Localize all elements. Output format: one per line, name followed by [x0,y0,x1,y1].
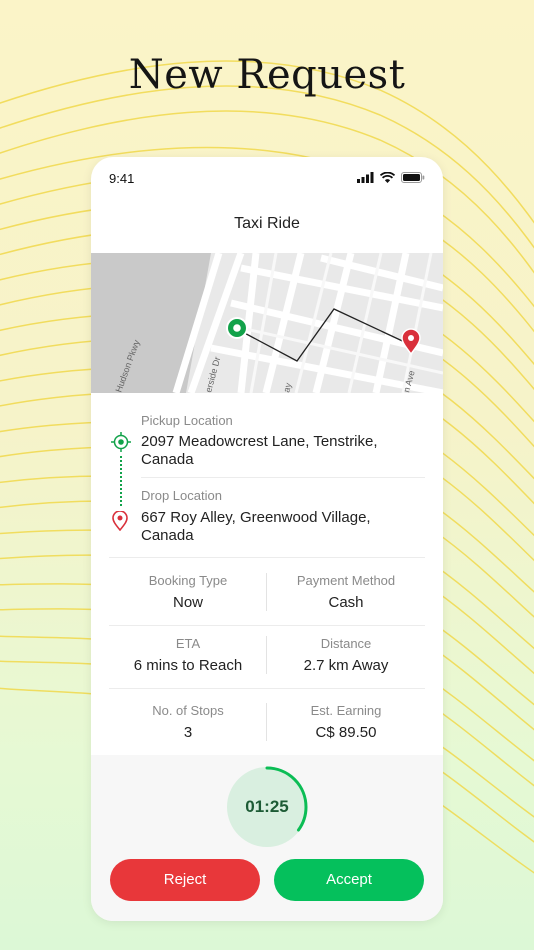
booking-type-value: Now [172,594,203,611]
distance-label: Distance [320,636,372,651]
countdown-timer: 01:25 [225,765,309,849]
accept-button[interactable]: Accept [274,859,424,901]
divider [109,688,425,689]
status-bar: 9:41 [109,171,425,187]
drop-pin-icon [112,511,128,531]
booking-type-cell: Booking Type Now [109,573,267,611]
stops-cell: No. of Stops 3 [109,703,267,741]
battery-icon [401,172,425,183]
pickup-address: 2097 Meadowcrest Lane, Tenstrike, Canada [141,433,378,468]
route-map[interactable]: Hudson Pkwy erside Dr ay n Ave [91,253,443,393]
divider [109,557,425,558]
action-panel: 01:25 Reject Accept [91,755,443,921]
booking-type-label: Booking Type [148,573,228,588]
map-canvas: Hudson Pkwy erside Dr ay n Ave [91,253,443,393]
pickup-label: Pickup Location [141,413,233,428]
payment-method-value: Cash [328,594,364,611]
payment-method-cell: Payment Method Cash [267,573,425,611]
page-title: Taxi Ride [234,215,300,232]
map-start-marker-icon [226,317,248,339]
reject-button[interactable]: Reject [110,859,260,901]
status-icons [357,172,425,183]
signal-icon [357,172,374,183]
distance-cell: Distance 2.7 km Away [267,636,425,674]
payment-method-label: Payment Method [296,573,396,588]
distance-value: 2.7 km Away [303,657,389,674]
wifi-icon [380,172,395,183]
eta-value: 6 mins to Reach [133,657,243,674]
pickup-target-icon [111,432,131,452]
earning-label: Est. Earning [310,703,382,718]
drop-address: 667 Roy Alley, Greenwood Village, Canada [141,509,371,544]
stops-label: No. of Stops [152,703,224,718]
headline: New Request [128,52,406,98]
earning-value: C$ 89.50 [315,724,377,741]
timer-value: 01:25 [245,797,289,816]
phone-screen: 9:41 Taxi Ride Hudson Pkwy erside Dr ay … [91,157,443,921]
earning-cell: Est. Earning C$ 89.50 [267,703,425,741]
status-time: 9:41 [109,171,135,186]
eta-cell: ETA 6 mins to Reach [109,636,267,674]
divider [109,625,425,626]
drop-label: Drop Location [141,488,222,503]
eta-label: ETA [175,636,201,651]
stops-value: 3 [183,724,193,741]
divider [141,477,425,478]
route-connector [120,456,122,506]
